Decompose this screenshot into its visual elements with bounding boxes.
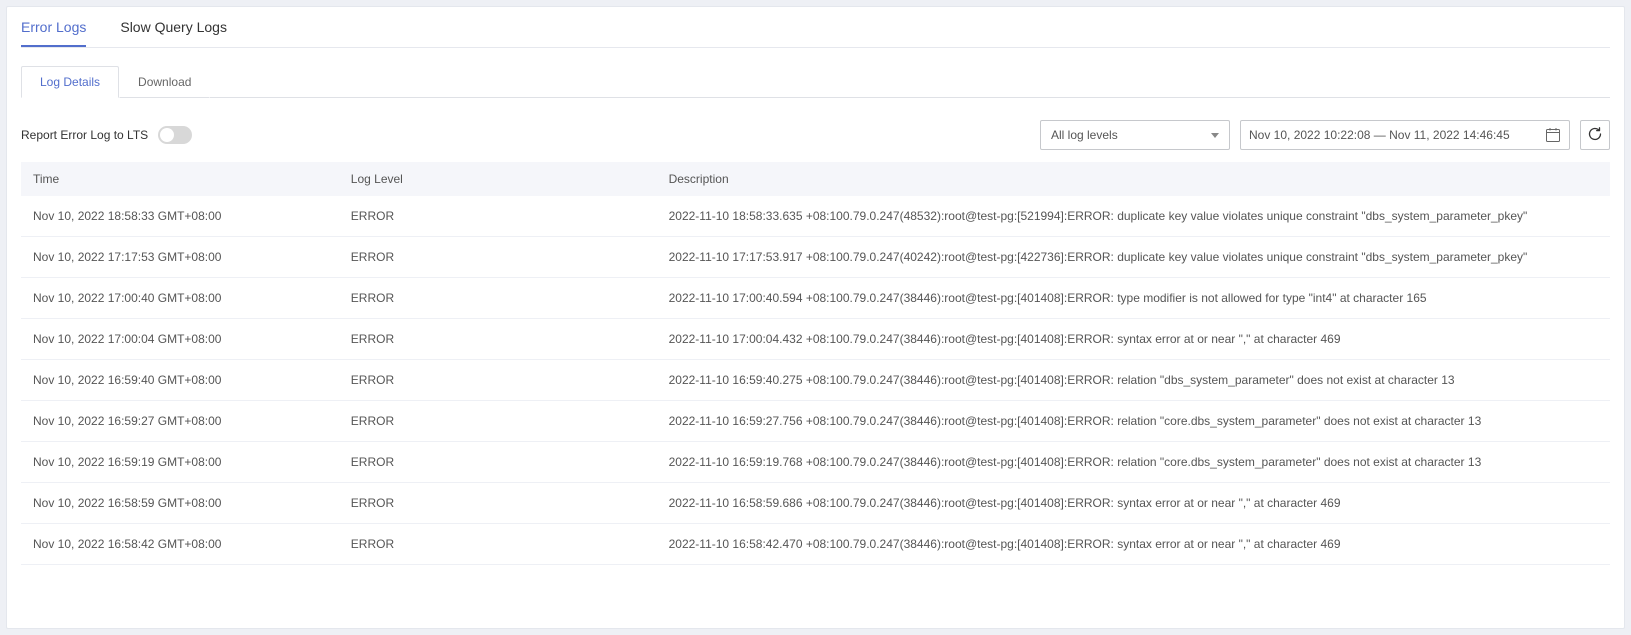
cell-level: ERROR <box>339 360 657 401</box>
cell-level: ERROR <box>339 401 657 442</box>
table-row: Nov 10, 2022 16:58:59 GMT+08:00ERROR2022… <box>21 483 1610 524</box>
table-row: Nov 10, 2022 17:00:04 GMT+08:00ERROR2022… <box>21 319 1610 360</box>
cell-time: Nov 10, 2022 16:59:40 GMT+08:00 <box>21 360 339 401</box>
report-lts-toggle[interactable] <box>158 126 192 144</box>
col-header-description: Description <box>657 162 1610 196</box>
cell-time: Nov 10, 2022 16:59:27 GMT+08:00 <box>21 401 339 442</box>
table-row: Nov 10, 2022 17:00:40 GMT+08:00ERROR2022… <box>21 278 1610 319</box>
cell-time: Nov 10, 2022 18:58:33 GMT+08:00 <box>21 196 339 237</box>
calendar-icon <box>1545 127 1561 143</box>
tabs2-spacer <box>210 66 1610 98</box>
cell-level: ERROR <box>339 524 657 565</box>
tab-error-logs[interactable]: Error Logs <box>21 19 86 47</box>
table-row: Nov 10, 2022 18:58:33 GMT+08:00ERROR2022… <box>21 196 1610 237</box>
cell-description: 2022-11-10 17:17:53.917 +08:100.79.0.247… <box>657 237 1610 278</box>
col-header-time: Time <box>21 162 339 196</box>
cell-level: ERROR <box>339 196 657 237</box>
log-table: Time Log Level Description Nov 10, 2022 … <box>21 162 1610 565</box>
cell-time: Nov 10, 2022 17:00:04 GMT+08:00 <box>21 319 339 360</box>
cell-time: Nov 10, 2022 16:58:42 GMT+08:00 <box>21 524 339 565</box>
controls-row: Report Error Log to LTS All log levels N… <box>21 120 1610 150</box>
cell-description: 2022-11-10 16:59:27.756 +08:100.79.0.247… <box>657 401 1610 442</box>
cell-description: 2022-11-10 17:00:04.432 +08:100.79.0.247… <box>657 319 1610 360</box>
logs-panel: Error Logs Slow Query Logs Log Details D… <box>6 6 1625 629</box>
col-header-level: Log Level <box>339 162 657 196</box>
cell-time: Nov 10, 2022 16:58:59 GMT+08:00 <box>21 483 339 524</box>
cell-level: ERROR <box>339 442 657 483</box>
cell-level: ERROR <box>339 237 657 278</box>
tab-download[interactable]: Download <box>119 66 210 98</box>
cell-description: 2022-11-10 18:58:33.635 +08:100.79.0.247… <box>657 196 1610 237</box>
date-range-text: Nov 10, 2022 10:22:08 — Nov 11, 2022 14:… <box>1249 128 1539 142</box>
table-row: Nov 10, 2022 16:59:27 GMT+08:00ERROR2022… <box>21 401 1610 442</box>
refresh-icon <box>1587 126 1603 145</box>
cell-time: Nov 10, 2022 17:17:53 GMT+08:00 <box>21 237 339 278</box>
cell-description: 2022-11-10 16:58:42.470 +08:100.79.0.247… <box>657 524 1610 565</box>
cell-level: ERROR <box>339 319 657 360</box>
cell-time: Nov 10, 2022 17:00:40 GMT+08:00 <box>21 278 339 319</box>
log-level-select[interactable]: All log levels <box>1040 120 1230 150</box>
report-lts-label: Report Error Log to LTS <box>21 128 148 142</box>
tab-log-details[interactable]: Log Details <box>21 66 119 98</box>
refresh-button[interactable] <box>1580 120 1610 150</box>
table-row: Nov 10, 2022 16:58:42 GMT+08:00ERROR2022… <box>21 524 1610 565</box>
chevron-down-icon <box>1211 133 1219 138</box>
primary-tabs: Error Logs Slow Query Logs <box>21 7 1610 48</box>
cell-description: 2022-11-10 16:59:40.275 +08:100.79.0.247… <box>657 360 1610 401</box>
cell-description: 2022-11-10 16:58:59.686 +08:100.79.0.247… <box>657 483 1610 524</box>
cell-time: Nov 10, 2022 16:59:19 GMT+08:00 <box>21 442 339 483</box>
cell-level: ERROR <box>339 278 657 319</box>
cell-description: 2022-11-10 17:00:40.594 +08:100.79.0.247… <box>657 278 1610 319</box>
log-level-selected-text: All log levels <box>1051 128 1118 142</box>
secondary-tabs: Log Details Download <box>21 66 1610 98</box>
table-row: Nov 10, 2022 16:59:40 GMT+08:00ERROR2022… <box>21 360 1610 401</box>
date-range-picker[interactable]: Nov 10, 2022 10:22:08 — Nov 11, 2022 14:… <box>1240 120 1570 150</box>
cell-description: 2022-11-10 16:59:19.768 +08:100.79.0.247… <box>657 442 1610 483</box>
cell-level: ERROR <box>339 483 657 524</box>
table-row: Nov 10, 2022 17:17:53 GMT+08:00ERROR2022… <box>21 237 1610 278</box>
table-row: Nov 10, 2022 16:59:19 GMT+08:00ERROR2022… <box>21 442 1610 483</box>
table-header-row: Time Log Level Description <box>21 162 1610 196</box>
tab-slow-query-logs[interactable]: Slow Query Logs <box>120 19 227 47</box>
